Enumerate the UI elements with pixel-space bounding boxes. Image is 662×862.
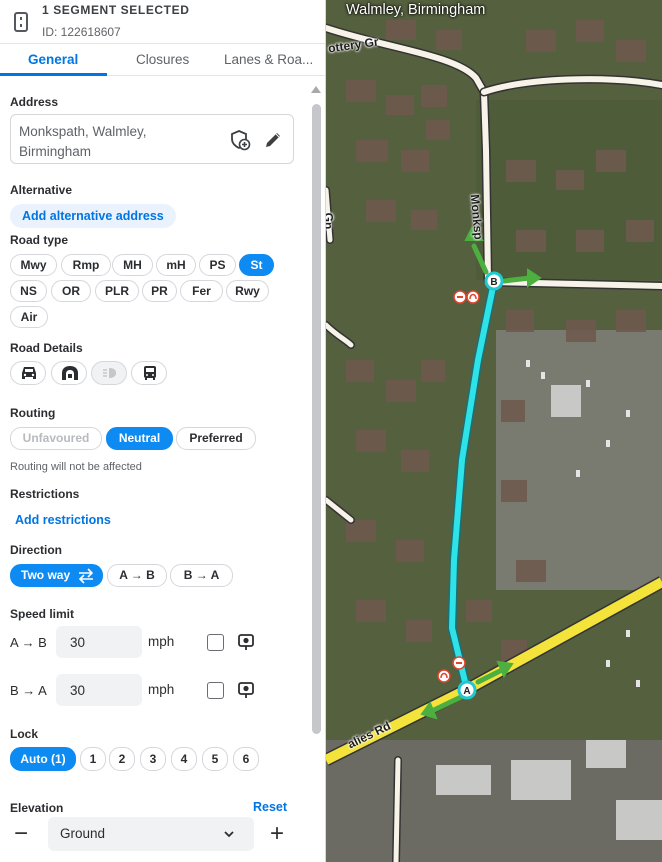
pencil-icon[interactable] <box>262 129 284 151</box>
bus-icon-button[interactable] <box>131 361 167 385</box>
tab-lanes-roads[interactable]: Lanes & Roa... <box>224 52 313 67</box>
lock-level-5[interactable]: 5 <box>202 747 228 771</box>
scroll-up-arrow[interactable] <box>311 86 321 93</box>
verified-checkbox-ab[interactable] <box>207 634 224 651</box>
speed-limit-label: Speed limit <box>10 607 75 621</box>
road-type-fer[interactable]: Fer <box>180 280 223 302</box>
road-type-rwy[interactable]: Rwy <box>226 280 269 302</box>
speed-input-ba[interactable] <box>56 674 142 706</box>
street-label-gn: Gn <box>326 212 336 230</box>
address-line1: Monkspath, Walmley, <box>19 124 147 139</box>
road-type-mh-minor[interactable]: mH <box>156 254 196 276</box>
add-restrictions-link[interactable]: Add restrictions <box>15 513 111 527</box>
headlights-icon-button[interactable] <box>91 361 127 385</box>
road-type-mwy[interactable]: Mwy <box>10 254 57 276</box>
direction-label: Direction <box>10 543 63 557</box>
shield-add-icon[interactable] <box>229 129 251 151</box>
swap-arrows-icon <box>78 568 94 584</box>
segment-id: ID: 122618607 <box>42 25 121 39</box>
speed-input-ab[interactable] <box>56 626 142 658</box>
tab-general[interactable]: General <box>28 52 78 67</box>
routing-neutral[interactable]: Neutral <box>106 427 173 450</box>
add-alternative-address-button[interactable]: Add alternative address <box>10 204 176 228</box>
tunnel-icon <box>62 366 78 380</box>
road-type-or[interactable]: OR <box>51 280 91 302</box>
direction-b-to-a[interactable]: B → A <box>170 564 233 587</box>
map-view[interactable]: B A Walmley, Birmingham ottery Gr Monksp… <box>326 0 662 862</box>
road-type-mh-major[interactable]: MH <box>112 254 153 276</box>
speed-dir-ab: A → B <box>10 635 47 650</box>
parking-area <box>496 330 662 590</box>
car-icon <box>22 367 36 379</box>
elevation-select[interactable]: Ground <box>48 817 254 851</box>
routing-label: Routing <box>10 406 56 420</box>
speed-camera-icon[interactable] <box>237 681 255 699</box>
headlights-icon <box>103 368 116 378</box>
scrollbar-thumb[interactable] <box>312 104 321 734</box>
speed-unit-ab: mph <box>148 634 175 649</box>
segment-icon <box>14 12 28 32</box>
lock-level-3[interactable]: 3 <box>140 747 166 771</box>
road-type-ps[interactable]: PS <box>199 254 236 276</box>
lock-level-2[interactable]: 2 <box>109 747 135 771</box>
elevation-value: Ground <box>60 826 106 841</box>
elevation-reset-link[interactable]: Reset <box>253 800 287 814</box>
car-icon-button[interactable] <box>10 361 46 385</box>
restrictions-label: Restrictions <box>10 487 80 501</box>
speed-dir-ba: B → A <box>10 683 47 698</box>
map-location-title: Walmley, Birmingham <box>346 2 486 18</box>
road-type-st[interactable]: St <box>239 254 274 276</box>
chevron-down-icon <box>224 831 234 838</box>
lock-auto[interactable]: Auto (1) <box>10 747 76 771</box>
tunnel-icon-button[interactable] <box>51 361 87 385</box>
routing-preferred[interactable]: Preferred <box>176 427 256 450</box>
address-line2: Birmingham <box>19 144 92 159</box>
road-type-air[interactable]: Air <box>10 306 48 328</box>
road-type-ns[interactable]: NS <box>10 280 47 302</box>
direction-two-way[interactable]: Two way <box>10 564 103 587</box>
elevation-increase-button[interactable]: + <box>270 822 284 846</box>
speed-unit-ba: mph <box>148 682 175 697</box>
bus-icon <box>144 366 156 380</box>
direction-two-way-label: Two way <box>21 568 71 582</box>
elevation-decrease-button[interactable]: − <box>14 822 28 846</box>
routing-unfavoured[interactable]: Unfavoured <box>10 427 102 450</box>
direction-a-to-b[interactable]: A → B <box>107 564 167 587</box>
road-type-rmp[interactable]: Rmp <box>61 254 111 276</box>
node-b-label: B <box>490 277 497 288</box>
address-label: Address <box>10 95 59 109</box>
routing-note: Routing will not be affected <box>10 461 142 473</box>
node-a-label: A <box>463 686 470 697</box>
lock-level-4[interactable]: 4 <box>171 747 197 771</box>
tab-closures[interactable]: Closures <box>136 52 189 67</box>
alternative-label: Alternative <box>10 183 73 197</box>
lock-level-6[interactable]: 6 <box>233 747 259 771</box>
tab-bar: General Closures Lanes & Roa... <box>0 44 325 76</box>
segment-edit-panel: 1 SEGMENT SELECTED ID: 122618607 General… <box>0 0 326 862</box>
lock-level-1[interactable]: 1 <box>80 747 106 771</box>
road-details-label: Road Details <box>10 341 83 355</box>
address-text: Monkspath, Walmley, Birmingham <box>19 122 219 162</box>
speed-camera-icon[interactable] <box>237 633 255 651</box>
lock-label: Lock <box>10 727 39 741</box>
verified-checkbox-ba[interactable] <box>207 682 224 699</box>
road-type-label: Road type <box>10 233 69 247</box>
selection-title: 1 SEGMENT SELECTED <box>42 3 190 17</box>
active-tab-indicator <box>0 73 107 76</box>
elevation-label: Elevation <box>10 801 64 815</box>
road-type-pr[interactable]: PR <box>142 280 177 302</box>
road-type-plr[interactable]: PLR <box>95 280 139 302</box>
panel-header: 1 SEGMENT SELECTED ID: 122618607 <box>0 0 325 44</box>
address-field[interactable]: Monkspath, Walmley, Birmingham <box>10 114 294 164</box>
